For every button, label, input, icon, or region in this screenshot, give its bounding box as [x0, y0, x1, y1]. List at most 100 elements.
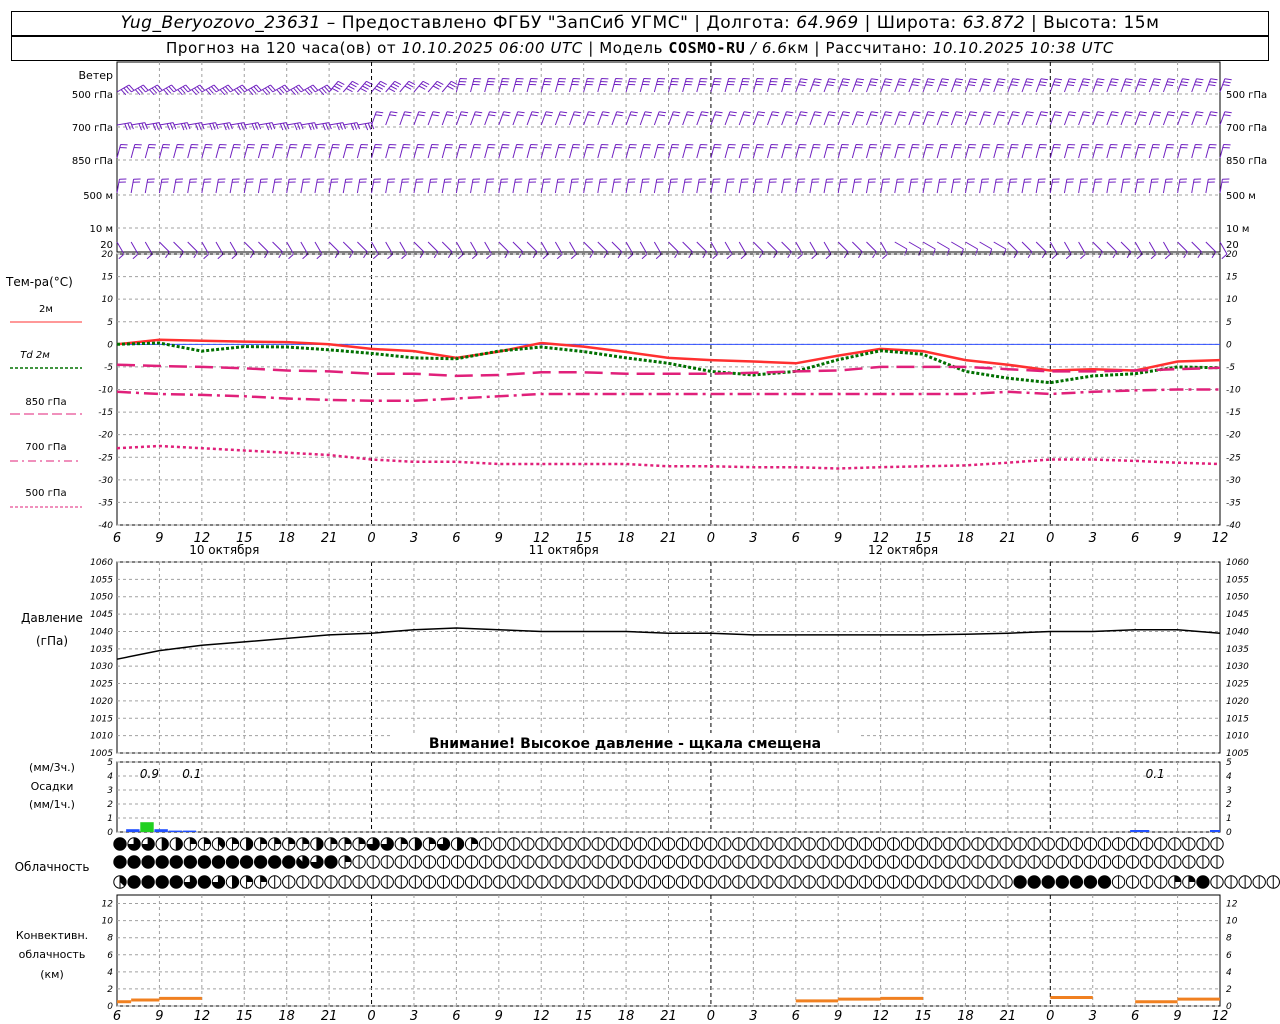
wind-barb — [1120, 241, 1132, 259]
wind-barb — [710, 78, 722, 93]
wind-barb — [1007, 144, 1019, 159]
wind-barb — [371, 178, 382, 194]
cloud-fill — [1027, 875, 1041, 889]
temp-legend-label: 2м — [39, 304, 53, 315]
cloud-symbol — [296, 837, 310, 851]
conv-ytick-left: 12 — [102, 900, 114, 910]
wind-barb — [639, 241, 648, 260]
temp-ytick-left: -20 — [98, 431, 113, 441]
wind-barb — [328, 241, 340, 259]
cloud-fill — [170, 875, 183, 889]
cloud-symbol — [380, 855, 394, 869]
wind-barb — [964, 111, 978, 126]
wind-barb — [1049, 144, 1061, 159]
cloud-fill — [246, 875, 253, 882]
wind-level-right: 10 м — [1226, 224, 1249, 235]
wind-barb — [201, 178, 212, 194]
wind-barb — [964, 144, 977, 159]
precip-ytick-right: 5 — [1226, 758, 1232, 768]
cloud-symbol — [253, 837, 268, 851]
wind-barb — [1007, 111, 1020, 126]
wind-barb — [625, 78, 637, 93]
cloud-symbol — [1069, 837, 1084, 851]
meteogram-chart: Ветер 500 гПа 500 гПа 700 гПа 700 гПа 850 гПа… — [5, 61, 1280, 1024]
wind-barb — [1106, 144, 1118, 159]
cloud-symbol — [141, 837, 155, 851]
precip-ytick-left: 0 — [107, 828, 113, 838]
cloud-symbol — [225, 875, 240, 889]
wind-barb — [399, 144, 411, 159]
wind-barb — [441, 144, 453, 159]
wind-barb — [1078, 78, 1091, 93]
wind-barb — [597, 178, 608, 194]
cloud-symbol — [1069, 855, 1084, 869]
cloud-symbol — [507, 875, 521, 889]
wind-barb — [569, 111, 582, 126]
cloud-symbol — [774, 855, 788, 869]
cloud-fill — [198, 855, 211, 869]
wind-barb — [1177, 111, 1190, 126]
pressure-annotation: Внимание! Высокое давление - щкала смеще… — [429, 736, 821, 752]
cloud-symbol — [155, 855, 169, 869]
wind-barb — [611, 111, 624, 126]
pressure-ytick-right: 1050 — [1226, 593, 1249, 603]
cloud-symbol — [1168, 875, 1182, 889]
cloud-symbol — [563, 837, 577, 851]
cloud-fill — [260, 875, 267, 882]
wind-barb — [455, 78, 468, 93]
cloud-symbol — [1125, 855, 1140, 869]
wind-barb — [894, 111, 907, 126]
cloud-symbol — [1097, 855, 1112, 869]
wind-barb — [441, 178, 452, 194]
cloud-fill — [1070, 875, 1083, 889]
precip-total: 0.9 — [140, 767, 159, 781]
cloud-symbol — [478, 855, 493, 869]
precip-unit-1h: (мм/1ч.) — [29, 798, 75, 811]
wind-barb — [413, 144, 425, 159]
panel-frame — [116, 761, 1221, 833]
x-tick-label: 12 — [533, 1009, 550, 1024]
wind-level-left: 10 м — [90, 224, 113, 235]
cloud-symbol — [521, 855, 535, 869]
x-tick-label: 15 — [236, 1009, 253, 1024]
temp-ytick-left: 20 — [102, 250, 114, 260]
precip-ytick-left: 5 — [107, 758, 113, 768]
cloud-symbol — [211, 837, 226, 851]
cloud-symbol — [816, 855, 830, 869]
cloud-fill — [274, 837, 281, 844]
cloud-symbol — [1041, 875, 1055, 889]
wind-barb — [1049, 178, 1060, 194]
cloud-fill — [155, 875, 169, 889]
cloud-symbol — [282, 855, 296, 869]
wind-barb — [668, 111, 681, 126]
pressure-ytick-left: 1030 — [90, 662, 113, 672]
cloud-fill — [1013, 875, 1027, 889]
wind-barb — [554, 241, 563, 260]
wind-barb — [371, 241, 379, 260]
cloud-symbol — [225, 837, 240, 851]
wind-barb — [187, 178, 198, 194]
conv-subtitle: облачность — [19, 948, 86, 961]
x-tick-label: 12 — [194, 1009, 211, 1024]
cloud-symbol — [127, 855, 141, 869]
wind-barb — [413, 80, 430, 93]
wind-barb — [130, 178, 141, 194]
cloud-symbol — [1055, 875, 1069, 889]
wind-barb — [371, 144, 383, 159]
wind-barb — [611, 178, 622, 194]
wind-barb — [328, 144, 340, 159]
cloud-symbol — [1154, 875, 1168, 889]
wind-level-right: 700 гПа — [1226, 123, 1267, 134]
wind-barb — [257, 144, 270, 159]
cloud-symbol — [310, 875, 324, 889]
cloud-symbol — [113, 837, 127, 851]
wind-barb — [1177, 144, 1189, 159]
cloud-symbol — [493, 875, 507, 889]
cloud-symbol — [943, 837, 957, 851]
cloud-symbol — [732, 837, 746, 851]
wind-barb — [653, 111, 667, 126]
wind-barb — [682, 241, 693, 259]
x-tick-label: 18 — [618, 531, 635, 546]
wind-barb — [993, 78, 1006, 93]
pressure-ytick-left: 1010 — [90, 732, 113, 742]
